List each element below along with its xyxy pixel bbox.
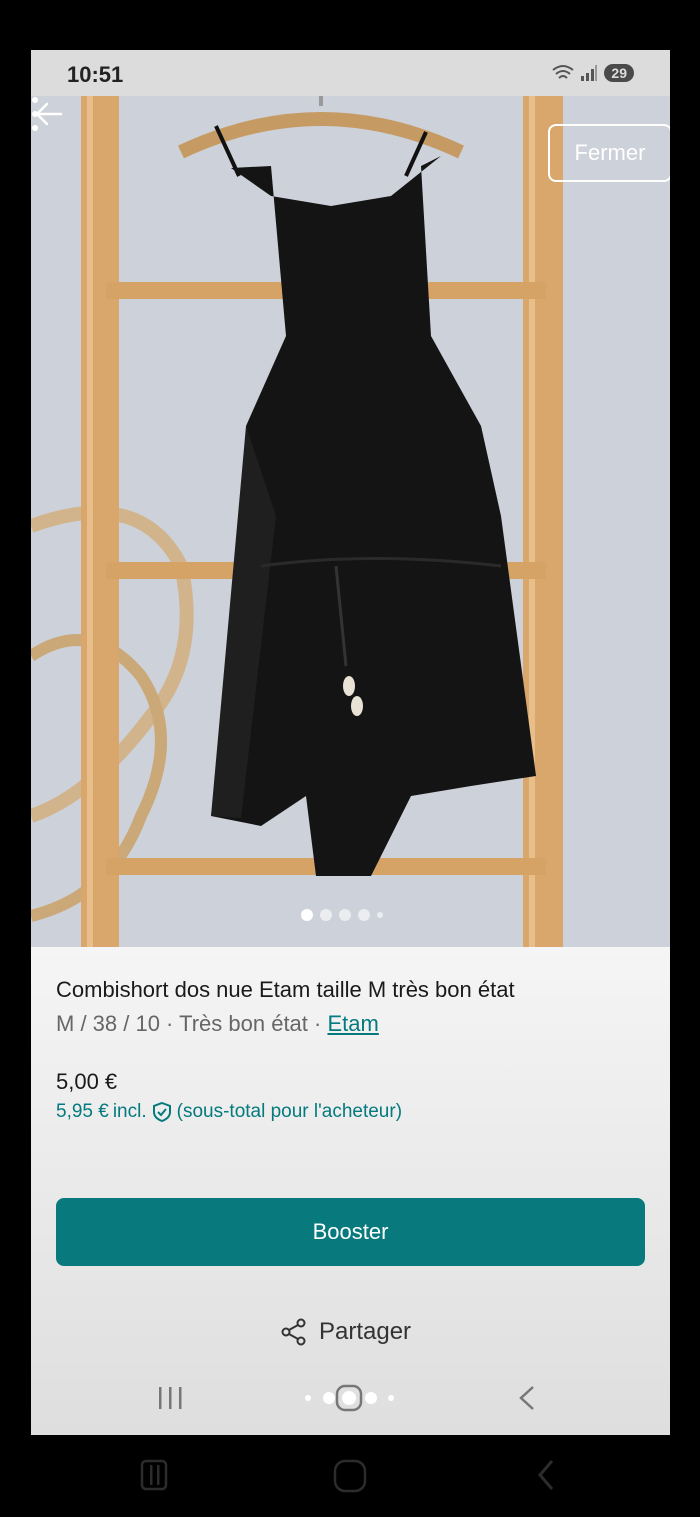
total-price: 5,95 € [56, 1101, 109, 1122]
carousel-dot[interactable] [339, 909, 351, 921]
buyer-total[interactable]: 5,95 € incl. (sous-total pour l'acheteur… [56, 1101, 402, 1123]
status-icons: 29 [552, 64, 634, 82]
item-details: M / 38 / 10 · Très bon état · Etam [56, 1011, 379, 1037]
product-photo[interactable]: Fermer [31, 96, 670, 947]
status-bar: 10:51 29 [31, 50, 670, 96]
item-price: 5,00 € [56, 1069, 118, 1094]
item-title: Combishort dos nue Etam taille M très bo… [56, 977, 515, 1002]
share-label: Partager [319, 1318, 412, 1345]
share-icon [281, 1318, 306, 1346]
signal-icon [581, 65, 598, 81]
wifi-icon [552, 65, 575, 79]
carousel-indicator [301, 909, 383, 921]
system-home-icon[interactable] [333, 1459, 367, 1493]
booster-button[interactable]: Booster [56, 1198, 645, 1266]
recent-apps-icon[interactable] [159, 1387, 182, 1409]
share-button[interactable]: Partager [279, 1317, 411, 1347]
carousel-dot[interactable] [377, 912, 383, 918]
battery-indicator: 29 [604, 64, 634, 82]
inner-navigation-bar [159, 1384, 534, 1412]
system-recent-apps-icon[interactable] [140, 1459, 168, 1491]
back-nav-icon[interactable] [519, 1386, 534, 1410]
system-navigation-bar [140, 1459, 554, 1493]
more-options-icon[interactable] [31, 96, 39, 132]
close-button[interactable]: Fermer [548, 124, 670, 182]
shield-check-icon [152, 1101, 171, 1123]
phone-screen: 10:51 29 Fermer Combishort dos nue Etam … [31, 50, 670, 1435]
carousel-dot[interactable] [320, 909, 332, 921]
item-size-condition: M / 38 / 10 · Très bon état · [56, 1011, 328, 1036]
status-time: 10:51 [67, 62, 124, 87]
item-info-panel: Combishort dos nue Etam taille M très bo… [31, 947, 670, 1435]
product-image [31, 96, 670, 947]
brand-link[interactable]: Etam [327, 1011, 378, 1036]
total-suffix: incl. [112, 1101, 147, 1122]
carousel-dot[interactable] [301, 909, 313, 921]
home-icon[interactable] [335, 1384, 363, 1412]
system-back-icon[interactable] [538, 1460, 554, 1490]
carousel-dot[interactable] [358, 909, 370, 921]
total-note: (sous-total pour l'acheteur) [176, 1101, 403, 1122]
